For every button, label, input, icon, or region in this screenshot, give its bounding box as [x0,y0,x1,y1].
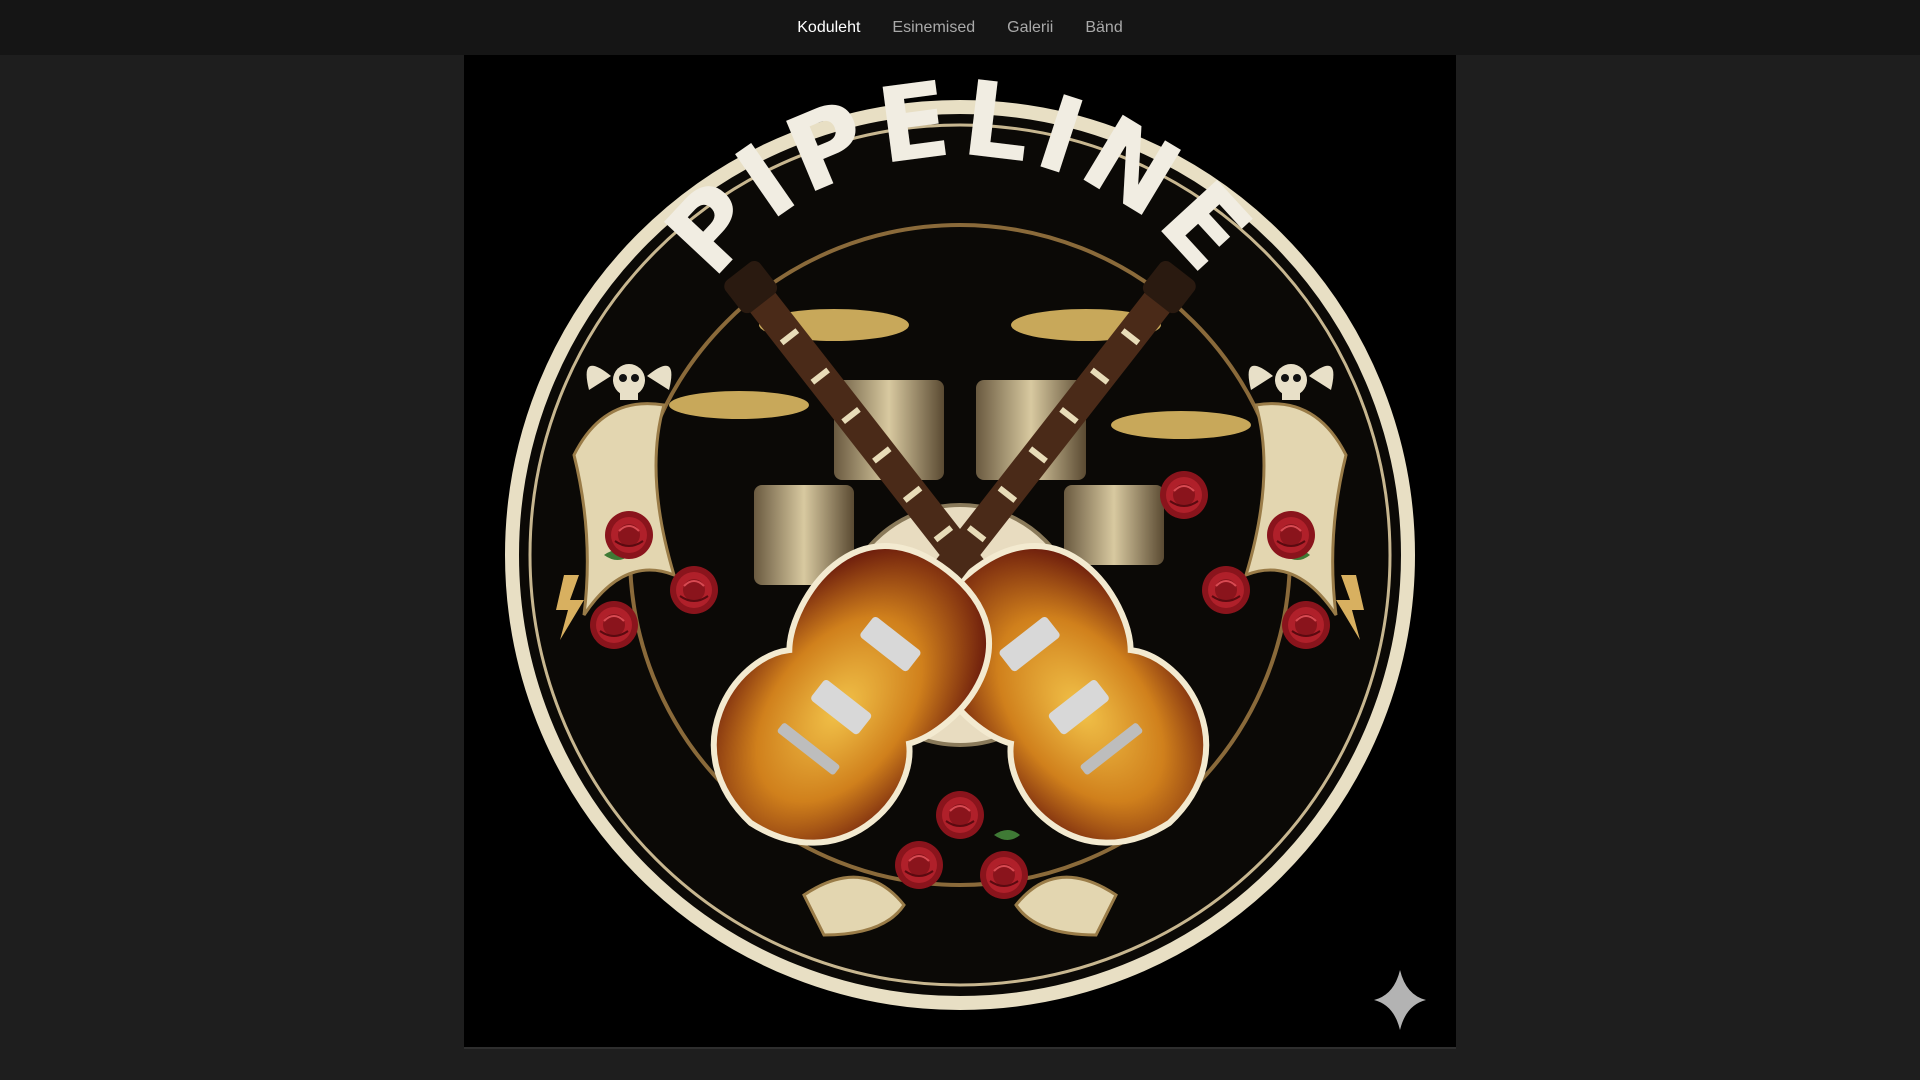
nav-link-galerii[interactable]: Galerii [1007,0,1053,55]
sparkle-star-icon [1374,970,1426,1030]
nav-link-koduleht[interactable]: Koduleht [797,0,860,55]
nav-link-esinemised[interactable]: Esinemised [892,0,975,55]
band-logo-graphic: PIPELINE [505,57,1426,1030]
top-navigation: Koduleht Esinemised Galerii Bänd [0,0,1920,55]
hero-logo-image: PIPELINE [464,55,1456,1047]
hero-bottom-divider [464,1047,1456,1049]
nav-link-band[interactable]: Bänd [1085,0,1122,55]
